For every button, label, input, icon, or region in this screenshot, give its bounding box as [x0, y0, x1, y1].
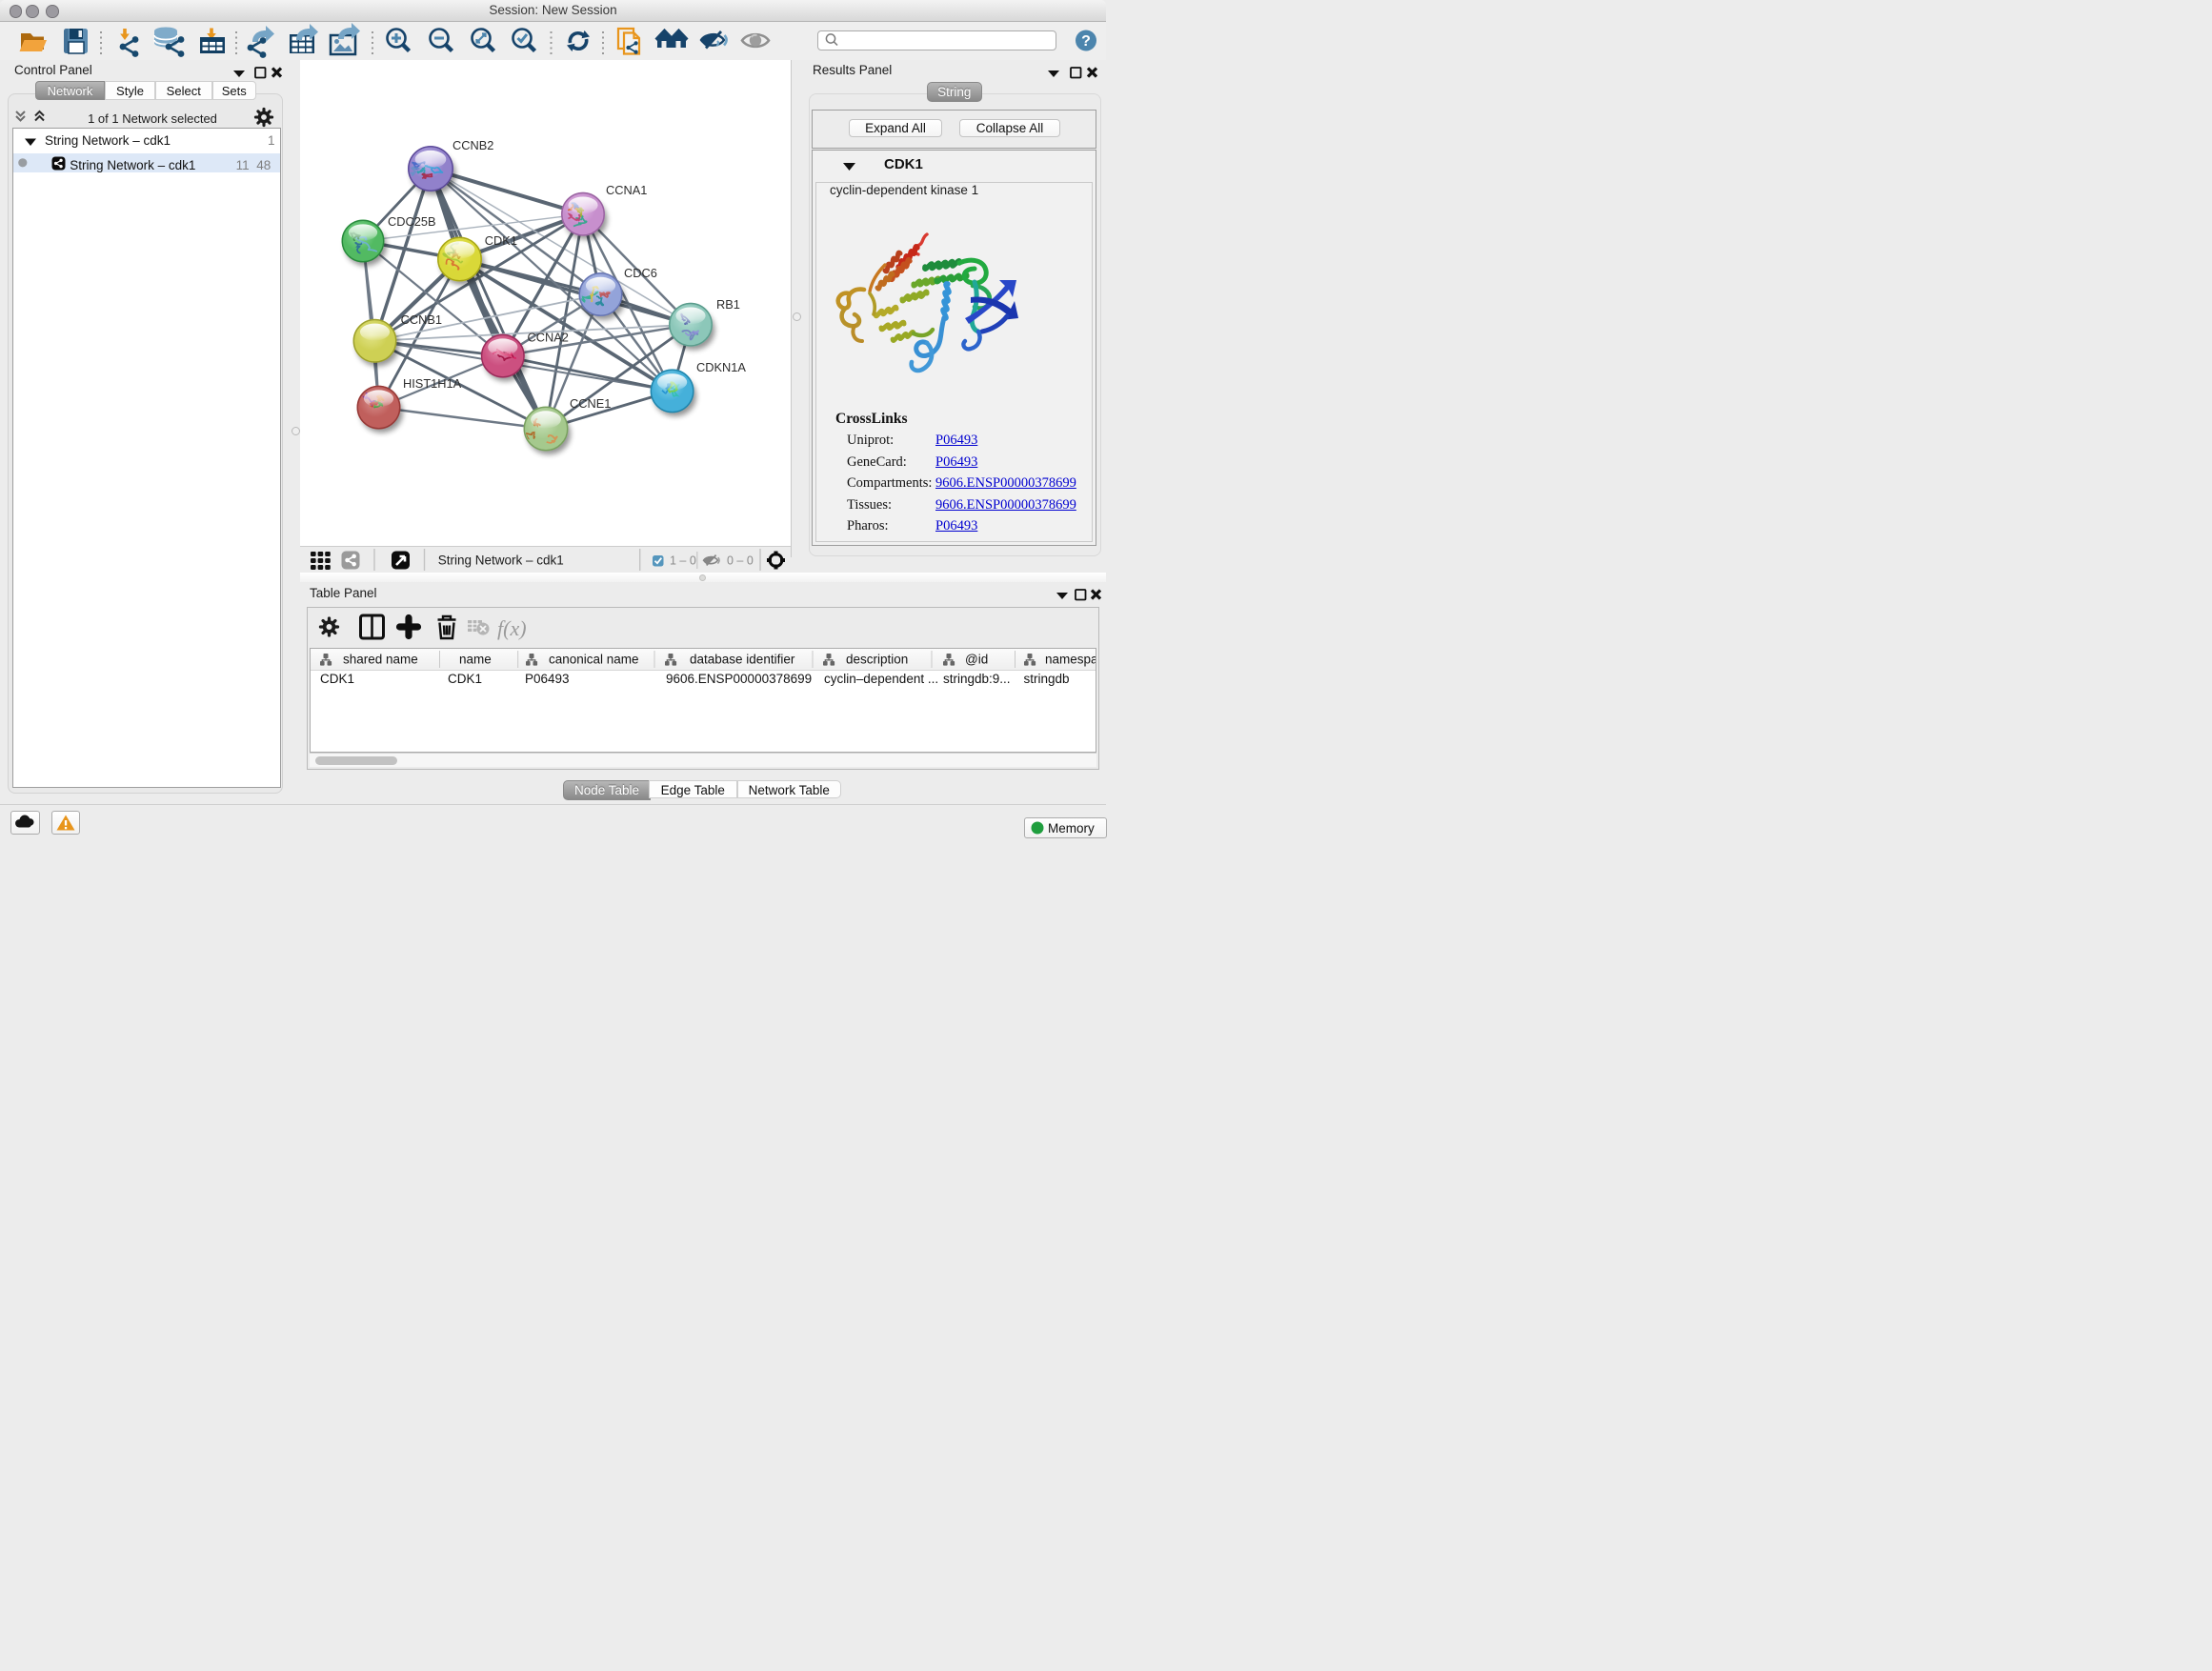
svg-text:CDK1: CDK1 — [485, 233, 517, 248]
svg-text:CDKN1A: CDKN1A — [696, 360, 746, 374]
svg-text:CDC25B: CDC25B — [388, 214, 436, 229]
svg-text:HIST1H1A: HIST1H1A — [403, 376, 462, 391]
svg-text:database identifier: database identifier — [690, 653, 795, 667]
svg-text:@id: @id — [965, 653, 988, 667]
svg-text:namespac: namespac — [1045, 653, 1096, 667]
svg-text:RB1: RB1 — [716, 297, 740, 312]
svg-text:canonical name: canonical name — [549, 653, 639, 667]
svg-text:f(x): f(x) — [497, 616, 527, 640]
svg-text:CCNB1: CCNB1 — [401, 312, 442, 327]
svg-text:description: description — [846, 653, 908, 667]
svg-text:?: ? — [1081, 33, 1091, 50]
svg-text:CDC6: CDC6 — [624, 266, 657, 280]
svg-text:0 – 0: 0 – 0 — [727, 554, 754, 568]
svg-text:1 – 0: 1 – 0 — [670, 554, 696, 568]
svg-text:name: name — [459, 653, 492, 667]
svg-text:CCNB2: CCNB2 — [452, 138, 493, 152]
svg-text:CCNE1: CCNE1 — [570, 396, 611, 411]
svg-text:CCNA2: CCNA2 — [528, 331, 569, 345]
svg-text:String Network – cdk1: String Network – cdk1 — [438, 554, 564, 568]
svg-text:CCNA1: CCNA1 — [606, 183, 647, 197]
svg-text:shared name: shared name — [343, 653, 418, 667]
